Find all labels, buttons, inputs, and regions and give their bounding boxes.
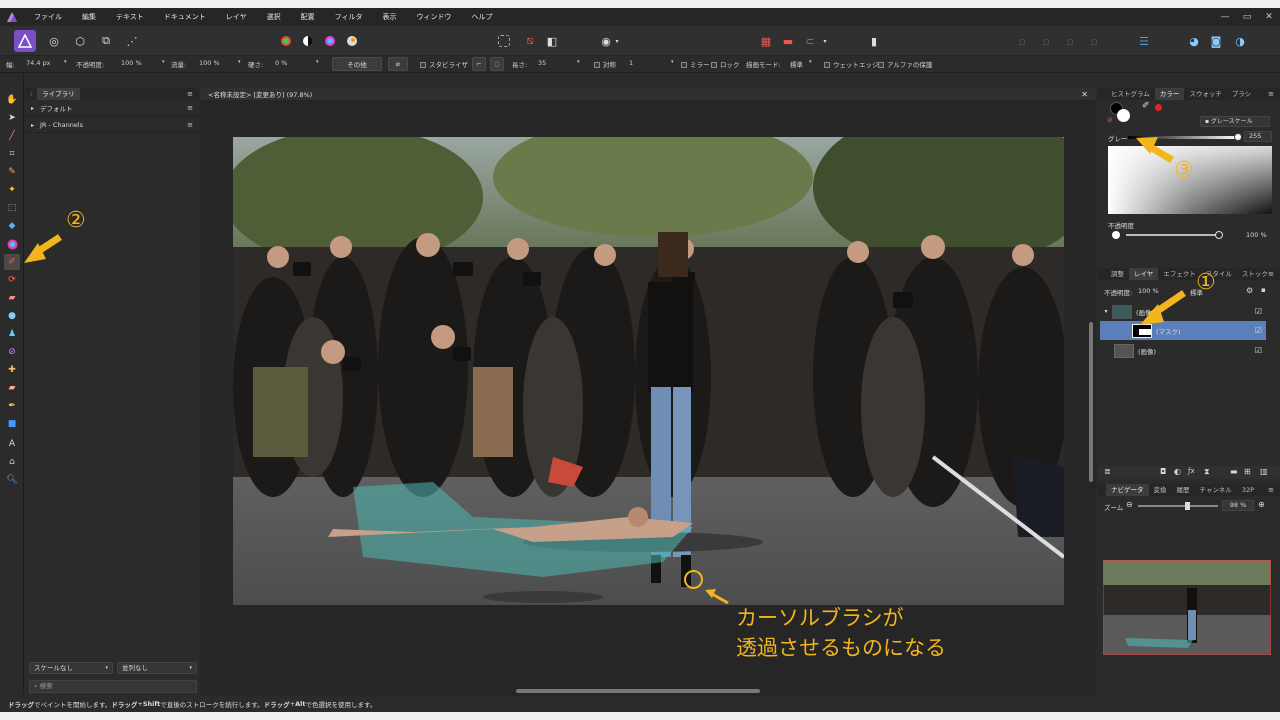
step-marker-3: ③ xyxy=(1174,158,1194,183)
annotation-arrows xyxy=(24,137,1186,605)
step-marker-1: ① xyxy=(1196,270,1216,295)
step-marker-2: ② xyxy=(66,208,86,233)
callout-line-1: カーソルブラシが xyxy=(736,606,904,630)
callout-line-2: 透過させるものになる xyxy=(736,636,946,660)
